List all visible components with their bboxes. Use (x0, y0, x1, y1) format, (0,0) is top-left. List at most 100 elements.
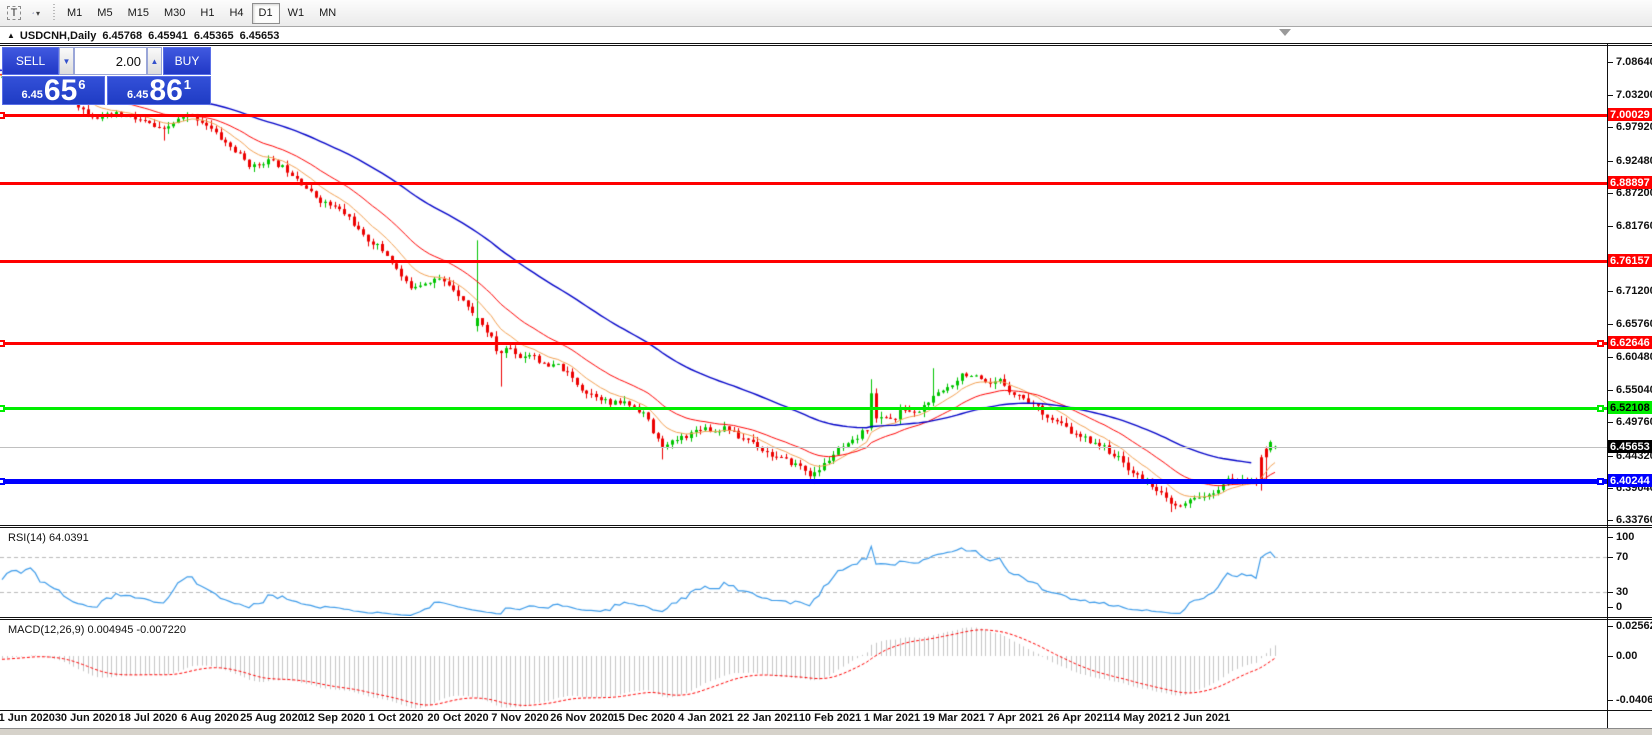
price-axis-tickmark (1608, 226, 1613, 227)
indicator-axis-tick: 0.025623 (1616, 620, 1652, 632)
macd-indicator-canvas[interactable] (0, 621, 1607, 709)
date-label: 7 Nov 2020 (491, 712, 548, 724)
price-axis-tickmark (1608, 357, 1613, 358)
price-level-badge-6.40244: 6.40244 (1608, 474, 1652, 487)
line-handle[interactable] (0, 405, 5, 412)
line-handle[interactable] (1597, 340, 1604, 347)
price-axis-tick: 7.08640 (1616, 56, 1652, 68)
horizontal-line-6.88897[interactable] (0, 182, 1607, 185)
price-axis-tickmark (1608, 456, 1613, 457)
timeframe-button-M1[interactable]: M1 (60, 3, 89, 24)
date-label: 7 Apr 2021 (988, 712, 1043, 724)
window-bottom-strip (0, 728, 1652, 735)
chevron-down-icon: ▾ (36, 9, 40, 18)
price-axis-tick: 6.92480 (1616, 155, 1652, 167)
timeframe-button-M30[interactable]: M30 (157, 3, 192, 24)
price-axis-tick: 6.71200 (1616, 285, 1652, 297)
price-level-badge-7.00029: 7.00029 (1608, 108, 1652, 121)
sell-button[interactable]: SELL (2, 47, 59, 75)
swap-arrows-icon (32, 6, 34, 20)
date-label: 1 Mar 2021 (864, 712, 920, 724)
indicator-axis-tickmark (1608, 607, 1613, 608)
indicator-axis-tickmark (1608, 537, 1613, 538)
indicator-axis-tickmark (1608, 557, 1613, 558)
macd-separator[interactable] (0, 617, 1652, 620)
date-label: 19 Mar 2021 (923, 712, 985, 724)
candlestick-chart-canvas[interactable] (0, 47, 1607, 525)
date-label: 6 Aug 2020 (181, 712, 239, 724)
rsi-separator[interactable] (0, 525, 1652, 528)
current-price-badge: 6.45653 (1608, 440, 1652, 453)
price-axis-tickmark (1608, 95, 1613, 96)
price-axis-tickmark (1608, 488, 1613, 489)
toolbar: T ▾ M1M5M15M30H1H4D1W1MN (0, 0, 1652, 27)
buy-price-prefix: 6.45 (127, 89, 148, 101)
rsi-indicator-canvas[interactable] (0, 530, 1607, 616)
timeframe-button-M15[interactable]: M15 (121, 3, 156, 24)
date-label: 30 Jun 2020 (55, 712, 117, 724)
line-handle[interactable] (0, 112, 5, 119)
indicator-axis-tick: 30 (1616, 586, 1628, 598)
ohlc-close: 6.45653 (240, 30, 280, 42)
arrows-dropdown-button[interactable]: ▾ (25, 3, 47, 24)
price-axis-tick: 6.60480 (1616, 351, 1652, 363)
timeframe-button-H4[interactable]: H4 (222, 3, 250, 24)
date-label: 20 Oct 2020 (427, 712, 488, 724)
chart-titlebar: ▲ USDCNH,Daily 6.45768 6.45941 6.45365 6… (0, 28, 1652, 43)
horizontal-line-6.62646[interactable] (0, 342, 1607, 345)
volume-decrease-button[interactable]: ▼ (59, 47, 74, 75)
date-label: 15 Dec 2020 (613, 712, 676, 724)
price-axis-tickmark (1608, 161, 1613, 162)
price-axis-tick: 6.97920 (1616, 121, 1652, 133)
price-axis-tick: 6.55040 (1616, 384, 1652, 396)
text-tool-button[interactable]: T (3, 3, 25, 24)
indicator-axis-tick: 100 (1616, 531, 1634, 543)
sell-price-prefix: 6.45 (21, 89, 42, 101)
indicator-axis-tickmark (1608, 626, 1613, 627)
price-axis-tickmark (1608, 324, 1613, 325)
indicator-axis-tick: -0.040687 (1616, 694, 1652, 706)
sell-price-point: 6 (78, 77, 85, 92)
horizontal-line-6.76157[interactable] (0, 260, 1607, 263)
timeframe-button-W1[interactable]: W1 (281, 3, 312, 24)
horizontal-line-6.40244[interactable] (0, 479, 1607, 484)
macd-label: MACD(12,26,9) 0.004945 -0.007220 (8, 624, 186, 636)
price-axis-tick: 6.33760 (1616, 514, 1652, 526)
date-label: 26 Apr 2021 (1047, 712, 1108, 724)
timeframe-button-M5[interactable]: M5 (90, 3, 119, 24)
timeframe-button-D1[interactable]: D1 (252, 3, 280, 24)
line-handle[interactable] (0, 340, 5, 347)
price-axis-tickmark (1608, 422, 1613, 423)
volume-increase-button[interactable]: ▲ (147, 47, 162, 75)
ohlc-open: 6.45768 (102, 30, 142, 42)
buy-price-point: 1 (184, 77, 191, 92)
chart-top-border (0, 43, 1652, 46)
line-handle[interactable] (1597, 478, 1604, 485)
indicator-axis-tickmark (1608, 700, 1613, 701)
scroll-position-marker[interactable] (1279, 29, 1291, 36)
price-axis-tick: 6.49760 (1616, 416, 1652, 428)
horizontal-line-6.52108[interactable] (0, 407, 1607, 410)
collapse-triangle-icon[interactable]: ▲ (7, 31, 15, 40)
one-click-trading-panel: SELL ▼ ▲ BUY 6.45 65 6 6.45 86 1 (2, 47, 211, 105)
timeframe-button-MN[interactable]: MN (312, 3, 343, 24)
date-label: 25 Aug 2020 (240, 712, 304, 724)
date-label: 4 Jan 2021 (678, 712, 734, 724)
buy-price-display[interactable]: 6.45 86 1 (107, 76, 211, 105)
sell-price-display[interactable]: 6.45 65 6 (2, 76, 105, 105)
timeframe-button-H1[interactable]: H1 (193, 3, 221, 24)
symbol-title: USDCNH,Daily (20, 30, 96, 42)
horizontal-line-7.00029[interactable] (0, 114, 1607, 117)
indicator-axis-tick: 0.00 (1616, 650, 1637, 662)
line-handle[interactable] (0, 478, 5, 485)
buy-button[interactable]: BUY (163, 47, 211, 75)
mt4-chart-window: T ▾ M1M5M15M30H1H4D1W1MN ▲ USDCNH,Daily … (0, 0, 1652, 735)
volume-input[interactable] (74, 47, 147, 75)
date-label: 1 Oct 2020 (368, 712, 423, 724)
ohlc-low: 6.45365 (194, 30, 234, 42)
date-label: 26 Nov 2020 (550, 712, 614, 724)
date-label: 22 Jan 2021 (737, 712, 799, 724)
line-handle[interactable] (1597, 405, 1604, 412)
toolbar-separator (53, 4, 55, 22)
price-axis-tick: 6.81760 (1616, 220, 1652, 232)
